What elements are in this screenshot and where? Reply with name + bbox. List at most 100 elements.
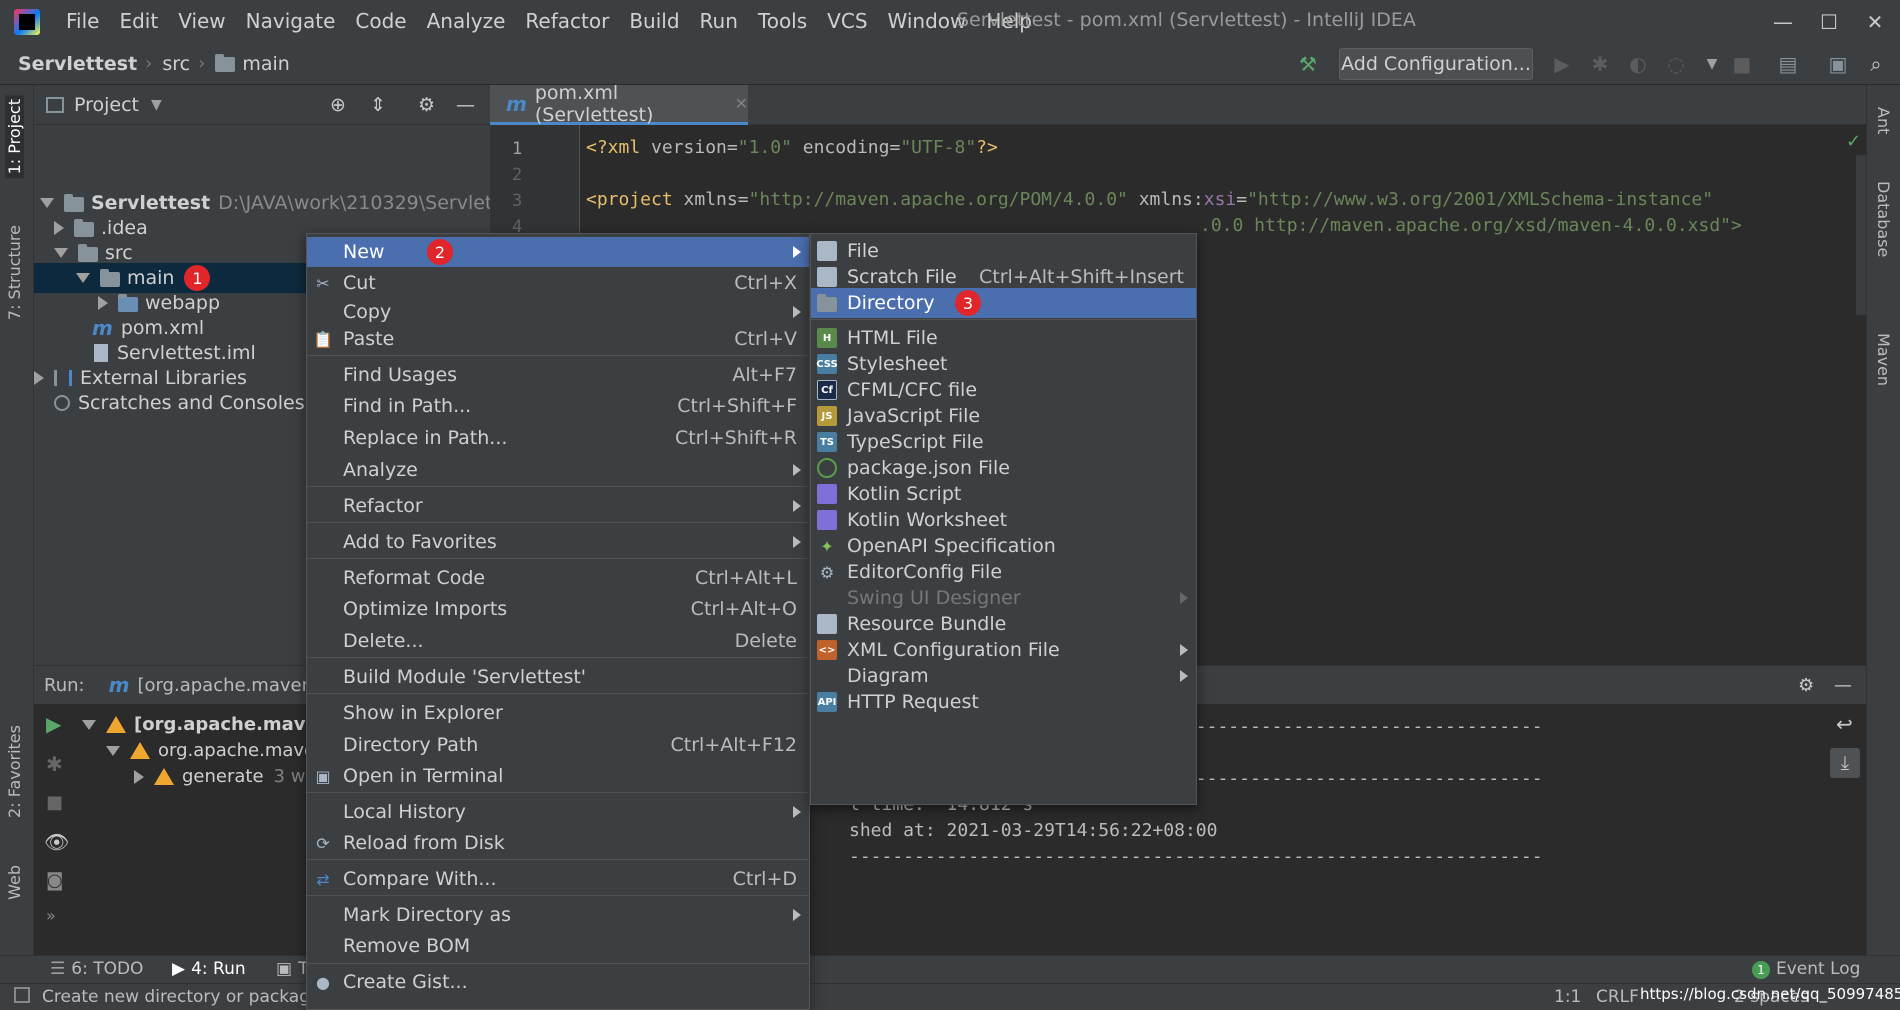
menu-item-optimize-imports[interactable]: Optimize Imports Ctrl+Alt+O	[307, 594, 809, 624]
caret-position[interactable]: 1:1	[1554, 987, 1581, 1007]
eye-icon[interactable]: 👁	[44, 830, 69, 854]
menu-item-new[interactable]: New 2	[307, 237, 809, 267]
project-structure-icon[interactable]: ▤	[1776, 52, 1800, 76]
close-icon[interactable]: ✕	[735, 94, 748, 113]
hide-panel-icon[interactable]: —	[456, 94, 475, 116]
tool-tab-maven[interactable]: Maven	[1874, 333, 1893, 386]
chevron-down-icon[interactable]: ▼	[1700, 52, 1724, 76]
expand-icon[interactable]	[98, 296, 108, 310]
scroll-to-end-icon[interactable]: ⤓	[1830, 748, 1860, 778]
menu-item-show-in-explorer[interactable]: Show in Explorer	[307, 698, 809, 728]
menu-refactor[interactable]: Refactor	[515, 0, 619, 43]
code-line-4[interactable]: .0.0 http://maven.apache.org/xsd/maven-4…	[1200, 215, 1742, 236]
expand-icon[interactable]	[82, 719, 96, 730]
menu-item-open-in-terminal[interactable]: ▣ Open in Terminal	[307, 761, 809, 791]
menu-edit[interactable]: Edit	[109, 0, 168, 43]
expand-icon[interactable]	[54, 248, 68, 258]
search-icon[interactable]: ⌕	[1864, 52, 1888, 76]
menu-item-compare-with[interactable]: ⇄ Compare With... Ctrl+D	[307, 864, 809, 894]
run-tree-row[interactable]: [org.apache.maven	[82, 714, 331, 735]
rerun-icon[interactable]: ▶	[46, 712, 61, 736]
tool-tab-database[interactable]: Database	[1874, 181, 1893, 257]
add-configuration-button[interactable]: Add Configuration...	[1339, 48, 1533, 80]
hide-panel-icon[interactable]: —	[1834, 675, 1852, 696]
tool-tab-favorites[interactable]: 2: Favorites	[5, 725, 24, 818]
menu-item-find-in-path[interactable]: Find in Path... Ctrl+Shift+F	[307, 391, 809, 421]
maximize-button[interactable]: ☐	[1806, 0, 1852, 43]
tree-item-scratches[interactable]: Scratches and Consoles	[54, 388, 305, 418]
menu-item-directory-path[interactable]: Directory Path Ctrl+Alt+F12	[307, 730, 809, 760]
tool-tab-project[interactable]: 1: Project	[5, 95, 24, 179]
menu-item-find-usages[interactable]: Find Usages Alt+F7	[307, 360, 809, 390]
run-icon[interactable]: ▶	[1550, 52, 1574, 76]
debug-icon[interactable]: ✱	[46, 752, 63, 776]
menu-file[interactable]: File	[56, 0, 109, 43]
tool-tab-todo[interactable]: ☰ 6: TODO	[50, 959, 143, 979]
menu-item-cut[interactable]: ✂ Cut Ctrl+X	[307, 268, 809, 298]
presentation-icon[interactable]: ▣	[1826, 52, 1850, 76]
breadcrumb-project[interactable]: Servlettest ›	[0, 53, 152, 75]
submenu-item-directory[interactable]: Directory 3	[811, 288, 1196, 318]
expand-icon[interactable]	[34, 371, 44, 385]
camera-icon[interactable]: ◙	[46, 870, 63, 891]
breadcrumb-main[interactable]: main	[205, 53, 290, 75]
breadcrumb-src[interactable]: src ›	[152, 53, 205, 75]
code-line-1[interactable]: <?xml version="1.0" encoding="UTF-8"?>	[586, 137, 998, 158]
menu-item-replace-in-path[interactable]: Replace in Path... Ctrl+Shift+R	[307, 423, 809, 453]
menu-item-build-module[interactable]: Build Module 'Servlettest'	[307, 662, 809, 692]
collapse-all-icon[interactable]: ⇕	[370, 94, 386, 116]
run-tree-row[interactable]: org.apache.mave	[106, 740, 315, 761]
submenu-item-http-request[interactable]: API HTTP Request	[811, 687, 1196, 717]
expand-icon[interactable]	[134, 769, 144, 784]
expand-icon[interactable]	[76, 273, 90, 283]
menu-item-remove-bom[interactable]: Remove BOM	[307, 931, 809, 961]
close-button[interactable]: ✕	[1852, 0, 1898, 43]
menu-navigate[interactable]: Navigate	[236, 0, 346, 43]
tool-tab-terminal[interactable]: ▣ T	[276, 959, 308, 979]
menu-item-delete[interactable]: Delete... Delete	[307, 626, 809, 656]
chevron-down-icon[interactable]: ▼	[151, 97, 162, 113]
debug-icon[interactable]: ✱	[1588, 52, 1612, 76]
project-panel-title[interactable]: Project	[74, 94, 139, 116]
build-hammer-icon[interactable]: ⚒	[1296, 52, 1320, 76]
tool-tab-run[interactable]: ▶ 4: Run	[172, 959, 246, 979]
coverage-icon[interactable]: ◐	[1626, 52, 1650, 76]
menu-item-copy[interactable]: Copy	[307, 297, 809, 327]
expand-icon[interactable]	[54, 221, 64, 235]
menu-item-add-to-favorites[interactable]: Add to Favorites	[307, 527, 809, 557]
tool-tab-ant[interactable]: Ant	[1874, 107, 1893, 134]
tool-tab-structure[interactable]: 7: Structure	[5, 225, 24, 320]
stop-icon[interactable]: ■	[1730, 52, 1754, 76]
status-icon[interactable]	[14, 987, 30, 1003]
more-icon[interactable]: »	[46, 906, 56, 925]
menu-item-reload-from-disk[interactable]: ⟳ Reload from Disk	[307, 828, 809, 858]
run-tree-row[interactable]: generate 3 w	[134, 766, 305, 787]
expand-icon[interactable]	[40, 198, 54, 208]
expand-icon[interactable]	[106, 745, 120, 756]
event-log-button[interactable]: 1 Event Log	[1752, 959, 1860, 979]
menu-view[interactable]: View	[168, 0, 235, 43]
tool-tab-web[interactable]: Web	[5, 865, 24, 900]
run-tab[interactable]: [org.apache.maven.	[137, 675, 318, 696]
menu-tools[interactable]: Tools	[748, 0, 817, 43]
soft-wrap-icon[interactable]: ↩	[1836, 712, 1853, 736]
menu-item-local-history[interactable]: Local History	[307, 797, 809, 827]
gear-icon[interactable]: ⚙	[1798, 675, 1814, 696]
line-separator[interactable]: CRLF	[1596, 987, 1639, 1007]
editor-scrollbar[interactable]	[1856, 155, 1866, 315]
stop-icon[interactable]: ■	[46, 792, 63, 813]
locate-icon[interactable]: ⊕	[330, 94, 346, 116]
menu-code[interactable]: Code	[345, 0, 416, 43]
menu-item-paste[interactable]: 📋 Paste Ctrl+V	[307, 324, 809, 354]
code-line-3[interactable]: <project xmlns="http://maven.apache.org/…	[586, 189, 1713, 210]
menu-item-create-gist[interactable]: ● Create Gist...	[307, 967, 809, 997]
menu-item-mark-directory-as[interactable]: Mark Directory as	[307, 900, 809, 930]
menu-run[interactable]: Run	[690, 0, 748, 43]
profile-icon[interactable]: ◌	[1664, 52, 1688, 76]
menu-item-refactor[interactable]: Refactor	[307, 491, 809, 521]
menu-vcs[interactable]: VCS	[817, 0, 877, 43]
tab-pom-xml[interactable]: m pom.xml (Servlettest) ✕	[490, 85, 748, 126]
menu-build[interactable]: Build	[619, 0, 689, 43]
menu-item-analyze[interactable]: Analyze	[307, 455, 809, 485]
gear-icon[interactable]: ⚙	[418, 94, 435, 116]
